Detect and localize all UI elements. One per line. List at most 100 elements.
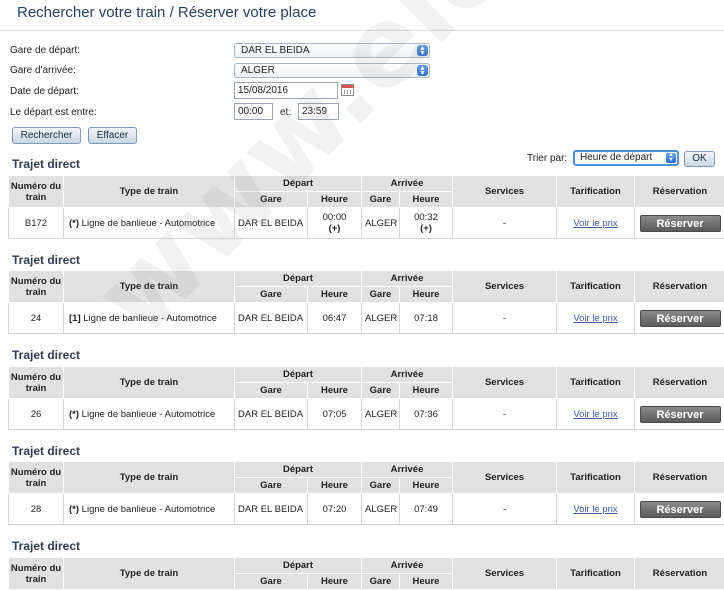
reservation-cell: Réserver xyxy=(635,494,724,525)
header-departure: Départ xyxy=(235,462,362,478)
header-dep-time: Heure xyxy=(308,383,362,399)
view-price-link[interactable]: Voir le prix xyxy=(573,313,617,324)
header-arr-station: Gare xyxy=(362,478,400,494)
table-row: 26 (*) Ligne de banlieue - Automotrice D… xyxy=(9,399,724,430)
dep-time: 00:00(+) xyxy=(308,208,362,239)
time-to-input[interactable]: 23:59 xyxy=(298,103,339,120)
date-label: Date de départ: xyxy=(10,86,79,97)
arr-station: ALGER xyxy=(362,399,400,430)
reservation-cell: Réserver xyxy=(635,399,724,430)
arr-station: ALGER xyxy=(362,208,400,239)
header-arrival: Arrivée xyxy=(362,462,453,478)
results-table: Numéro du train Type de train Départ Arr… xyxy=(8,461,724,525)
header-train-type: Type de train xyxy=(64,176,235,208)
dep-time: 07:20 xyxy=(308,494,362,525)
header-pricing: Tarification xyxy=(557,176,635,208)
header-arr-time: Heure xyxy=(400,478,453,494)
header-arr-station: Gare xyxy=(362,574,400,590)
dep-time-suffix: (+) xyxy=(329,223,341,234)
header-train-type: Type de train xyxy=(64,558,235,590)
reserve-button[interactable]: Réserver xyxy=(640,215,721,232)
dep-time-value: 00:00 xyxy=(323,212,347,223)
dep-time: 07:05 xyxy=(308,399,362,430)
train-type: (*) Ligne de banlieue - Automotrice xyxy=(64,208,235,239)
chevron-updown-icon: ▲▼ xyxy=(417,45,428,56)
table-row: B172 (*) Ligne de banlieue - Automotrice… xyxy=(9,208,724,239)
arr-time: 07:49 xyxy=(400,494,453,525)
header-departure: Départ xyxy=(235,558,362,574)
dep-time: 06:47 xyxy=(308,303,362,334)
reserve-button[interactable]: Réserver xyxy=(640,406,721,423)
dep-station: DAR EL BEIDA xyxy=(235,208,308,239)
services-cell: - xyxy=(453,494,557,525)
departure-label: Gare de départ: xyxy=(10,45,80,56)
train-number: B172 xyxy=(9,208,64,239)
reservation-cell: Réserver xyxy=(635,303,724,334)
reserve-button[interactable]: Réserver xyxy=(640,501,721,518)
header-arr-time: Heure xyxy=(400,287,453,303)
clear-button[interactable]: Effacer xyxy=(88,127,137,144)
header-dep-time: Heure xyxy=(308,287,362,303)
time-and-label: et: xyxy=(280,107,291,118)
header-dep-station: Gare xyxy=(235,287,308,303)
arrival-select-value: ALGER xyxy=(241,65,275,76)
view-price-link[interactable]: Voir le prix xyxy=(573,409,617,420)
header-departure: Départ xyxy=(235,176,362,192)
header-train-number: Numéro du train xyxy=(9,367,64,399)
arr-station: ALGER xyxy=(362,494,400,525)
table-row: 28 (*) Ligne de banlieue - Automotrice D… xyxy=(9,494,724,525)
header-dep-station: Gare xyxy=(235,574,308,590)
pricing-cell: Voir le prix xyxy=(557,399,635,430)
train-type-label: Ligne de banlieue - Automotrice xyxy=(82,218,216,229)
sort-ok-button[interactable]: OK xyxy=(684,151,715,167)
arr-time-suffix: (+) xyxy=(420,223,432,234)
header-arrival: Arrivée xyxy=(362,367,453,383)
header-arrival: Arrivée xyxy=(362,558,453,574)
table-row: 24 [1] Ligne de banlieue - Automotrice D… xyxy=(9,303,724,334)
view-price-link[interactable]: Voir le prix xyxy=(573,218,617,229)
train-type-label: Ligne de banlieue - Automotrice xyxy=(82,409,216,420)
train-type-label: Ligne de banlieue - Automotrice xyxy=(83,313,217,324)
train-code: (*) xyxy=(69,504,79,515)
header-reservation: Réservation xyxy=(635,462,724,494)
results-table: Numéro du train Type de train Départ Arr… xyxy=(8,175,724,239)
sort-label: Trier par: xyxy=(527,153,567,164)
header-arr-time: Heure xyxy=(400,192,453,208)
pricing-cell: Voir le prix xyxy=(557,494,635,525)
arr-time: 00:32(+) xyxy=(400,208,453,239)
title-divider xyxy=(0,30,724,31)
services-cell: - xyxy=(453,399,557,430)
section-title: Trajet direct xyxy=(12,157,80,171)
arrival-label: Gare d'arrivée: xyxy=(10,65,76,76)
header-arrival: Arrivée xyxy=(362,176,453,192)
train-number: 28 xyxy=(9,494,64,525)
time-range-label: Le départ est entre: xyxy=(10,107,97,118)
sort-select[interactable]: Heure de départ ▲▼ xyxy=(573,150,679,166)
header-pricing: Tarification xyxy=(557,462,635,494)
header-reservation: Réservation xyxy=(635,367,724,399)
header-pricing: Tarification xyxy=(557,367,635,399)
header-services: Services xyxy=(453,558,557,590)
search-button[interactable]: Rechercher xyxy=(12,127,81,144)
arr-time: 07:18 xyxy=(400,303,453,334)
header-services: Services xyxy=(453,367,557,399)
departure-select[interactable]: DAR EL BEIDA ▲▼ xyxy=(234,43,430,58)
header-train-number: Numéro du train xyxy=(9,271,64,303)
services-cell: - xyxy=(453,208,557,239)
dep-station: DAR EL BEIDA xyxy=(235,494,308,525)
pricing-cell: Voir le prix xyxy=(557,303,635,334)
time-from-input[interactable]: 00:00 xyxy=(234,103,273,120)
header-arr-time: Heure xyxy=(400,574,453,590)
reserve-button[interactable]: Réserver xyxy=(640,310,721,327)
arrival-select[interactable]: ALGER ▲▼ xyxy=(234,63,430,78)
page-title: Rechercher votre train / Réserver votre … xyxy=(17,4,316,21)
calendar-icon[interactable] xyxy=(341,84,354,96)
header-dep-station: Gare xyxy=(235,192,308,208)
departure-select-value: DAR EL BEIDA xyxy=(241,45,310,56)
header-train-number: Numéro du train xyxy=(9,558,64,590)
header-train-type: Type de train xyxy=(64,462,235,494)
chevron-updown-icon: ▲▼ xyxy=(417,65,428,76)
arr-station: ALGER xyxy=(362,303,400,334)
date-input[interactable]: 15/08/2016 xyxy=(234,82,338,99)
view-price-link[interactable]: Voir le prix xyxy=(573,504,617,515)
